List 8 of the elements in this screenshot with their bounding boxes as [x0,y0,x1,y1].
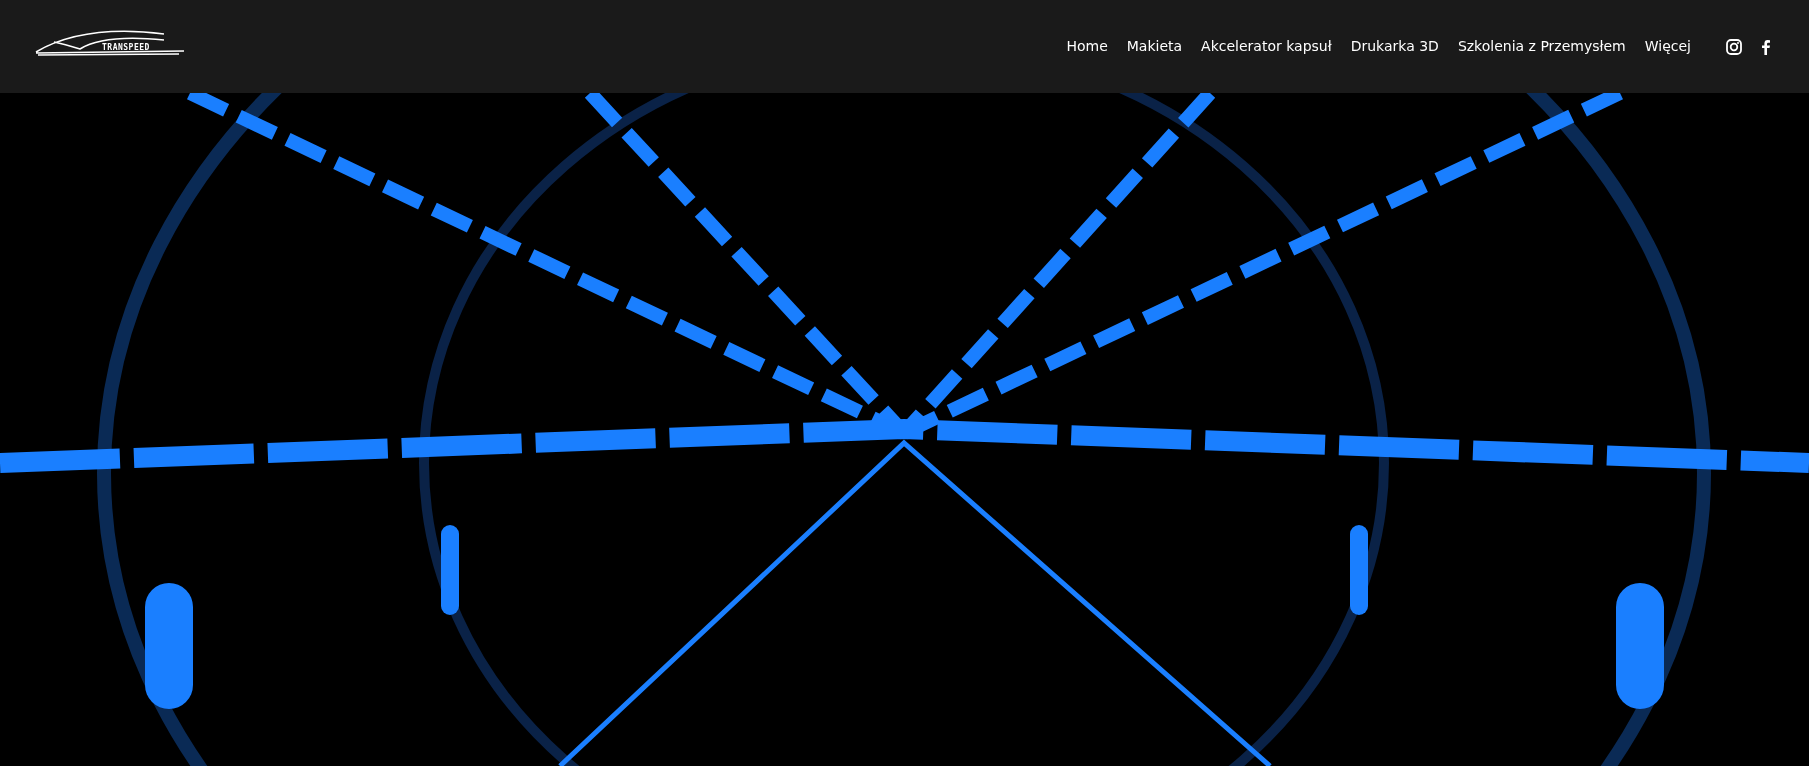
nav-link[interactable]: Home [1066,36,1108,57]
nav-link[interactable]: Drukarka 3D [1350,36,1439,57]
instagram-icon[interactable] [1725,37,1743,56]
nav-link[interactable]: Akcelerator kapsuł [1201,36,1332,57]
nav-link[interactable]: Makieta [1126,36,1183,57]
nav-link[interactable]: Więcej [1644,36,1691,57]
logo[interactable]: TRANSPEED [34,21,184,72]
nav-link[interactable]: Szkolenia z Przemysłem [1457,36,1626,57]
